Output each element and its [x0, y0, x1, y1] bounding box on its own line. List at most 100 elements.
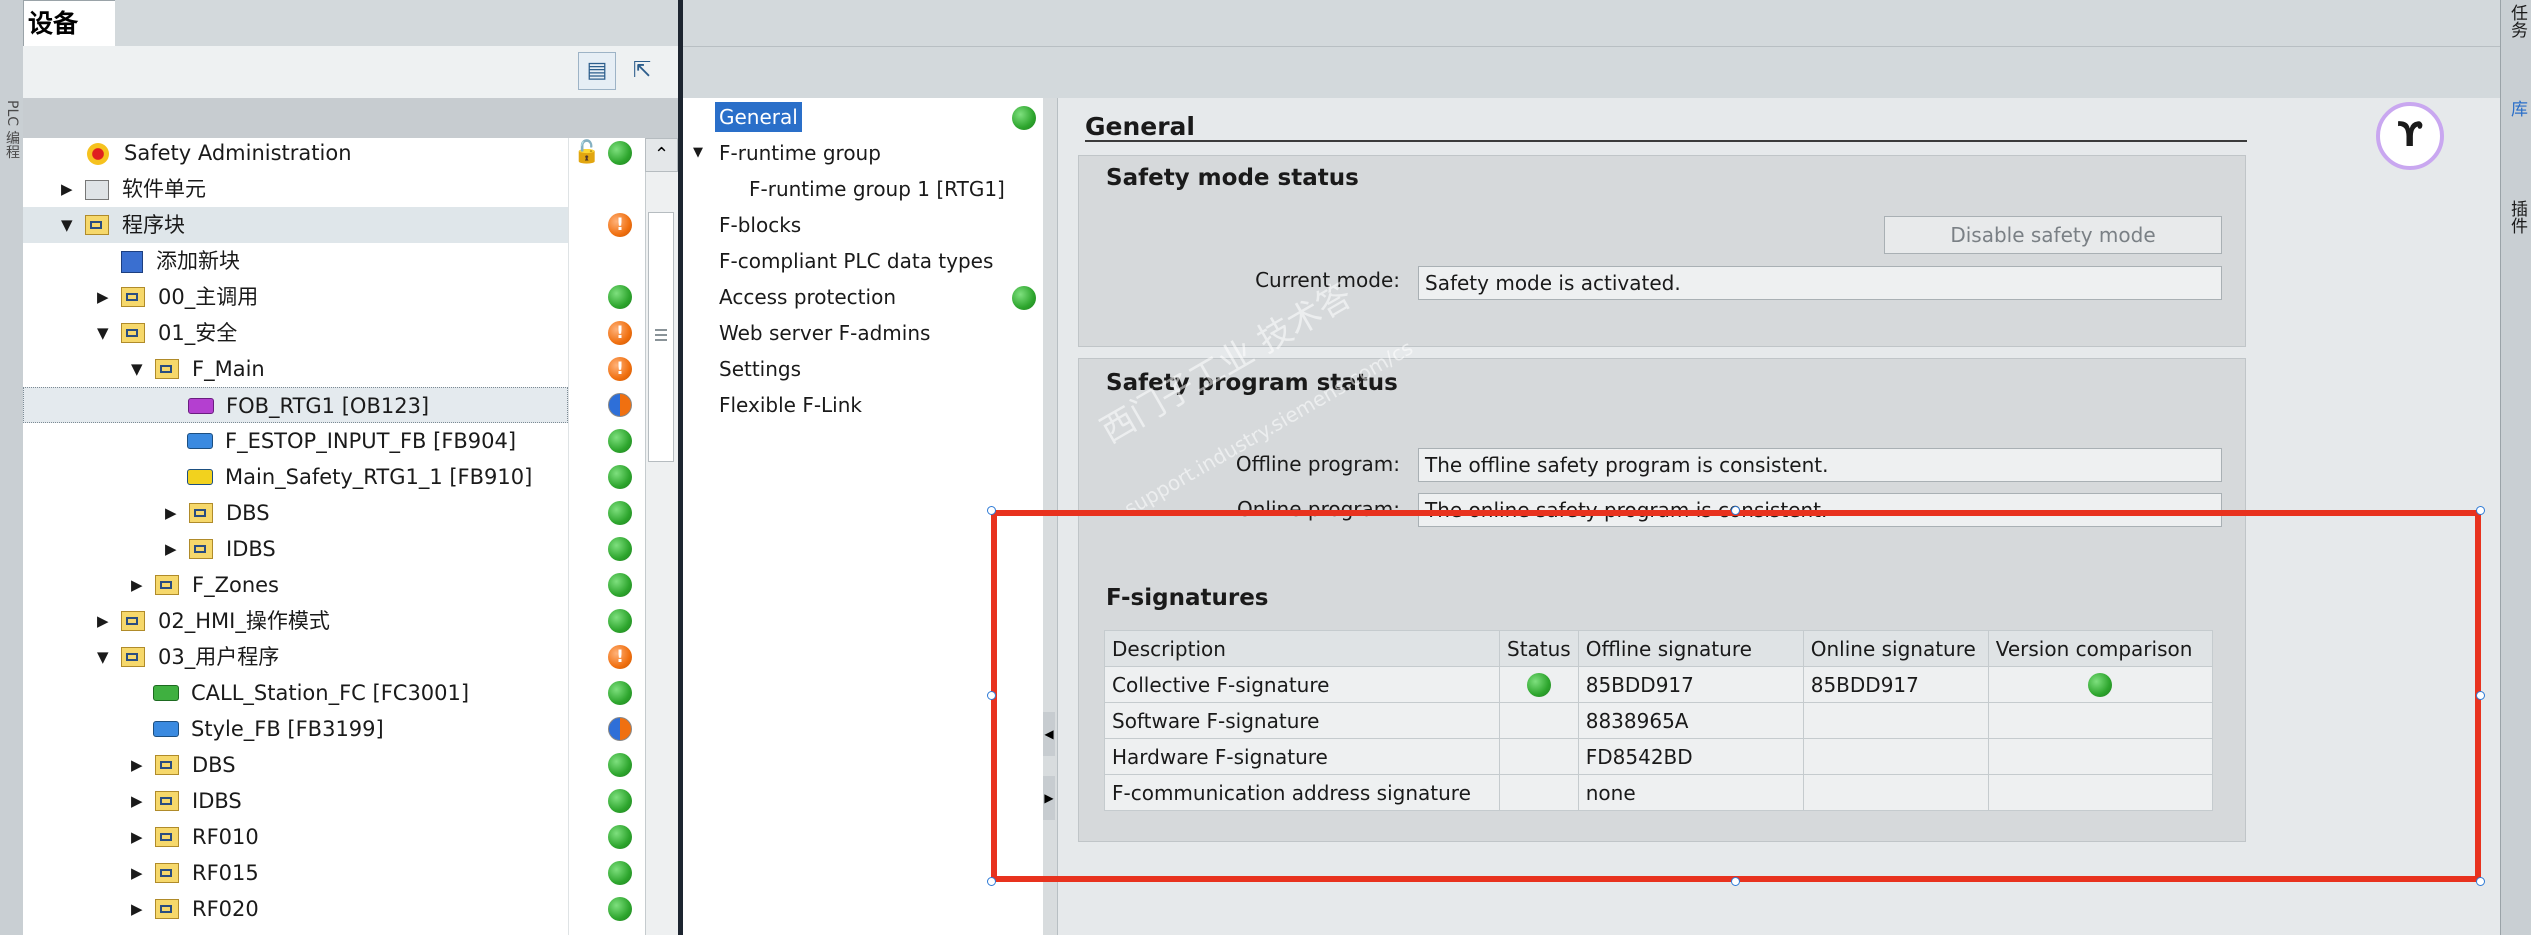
status-ok-icon [608, 681, 632, 705]
nav-flexible-f-link[interactable]: Flexible F-Link [719, 388, 862, 422]
unlock-icon[interactable]: 🔓 [573, 140, 600, 165]
tree-row-safety-admin[interactable]: Safety Administration [23, 135, 568, 171]
tree-row-fb-block[interactable]: Style_FB [FB3199] [23, 711, 568, 747]
folder-icon [155, 359, 179, 379]
left-collapsed-strip[interactable]: PLC 编程 [0, 0, 24, 935]
tree-toolbar: ▤ ⇱ [23, 46, 678, 99]
scroll-up-button[interactable]: ⌃ [645, 138, 678, 172]
tree-row-fb-block[interactable]: Main_Safety_RTG1_1 [FB910] [23, 459, 568, 495]
tree-item-label: RF010 [192, 825, 259, 849]
tree-row-folder[interactable]: ▼ F_Main [23, 351, 568, 387]
chevron-right-icon[interactable]: ▶ [61, 171, 73, 207]
status-warning-icon [608, 357, 632, 381]
fb-block-icon [187, 469, 213, 485]
tree-row-program-blocks[interactable]: ▼ 程序块 [23, 207, 568, 243]
chevron-down-icon[interactable]: ▼ [61, 207, 73, 243]
resize-handle[interactable] [2476, 506, 2485, 515]
resize-handle[interactable] [987, 506, 996, 515]
folder-icon [121, 647, 145, 667]
resize-handle[interactable] [987, 691, 996, 700]
tree-row-fc-block[interactable]: CALL_Station_FC [FC3001] [23, 675, 568, 711]
folder-icon [189, 503, 213, 523]
tree-item-label: F_Main [192, 357, 265, 381]
nav-f-blocks[interactable]: F-blocks [719, 208, 801, 242]
tab-libraries[interactable]: 库 [2505, 100, 2530, 117]
tree-item-label: IDBS [192, 789, 242, 813]
tree-row-add-block[interactable]: 添加新块 [23, 243, 568, 279]
nav-access-protection[interactable]: Access protection [719, 280, 896, 314]
tree-row-folder[interactable]: ▼ 01_安全 [23, 315, 568, 351]
tree-row-folder[interactable]: ▶ DBS [23, 495, 568, 531]
tree-row-folder[interactable]: ▼ 03_用户程序 [23, 639, 568, 675]
chevron-right-icon[interactable]: ▶ [131, 567, 143, 603]
inspector-nav: General ▼ F-runtime group F-runtime grou… [683, 98, 1006, 935]
tree-row-folder[interactable]: ▶ DBS [23, 747, 568, 783]
resize-handle[interactable] [1731, 877, 1740, 886]
chevron-right-icon[interactable]: ▶ [131, 783, 143, 819]
nav-settings[interactable]: Settings [719, 352, 801, 386]
tree-row-ob-block[interactable]: FOB_RTG1 [OB123] [23, 387, 568, 423]
tree-item-label: IDBS [226, 537, 276, 561]
status-ok-icon [1012, 106, 1036, 130]
nav-f-compliant-plc-data-types[interactable]: F-compliant PLC data types [719, 244, 993, 278]
chevron-right-icon[interactable]: ▶ [131, 747, 143, 783]
status-warning-icon [608, 213, 632, 237]
status-ok-icon [1012, 286, 1036, 310]
chevron-right-icon[interactable]: ▶ [165, 531, 177, 567]
status-column [568, 138, 645, 935]
chevron-down-icon[interactable]: ▼ [693, 136, 703, 170]
tree-row-folder[interactable]: ▶ RF020 [23, 891, 568, 927]
left-strip-label: PLC 编程 [4, 100, 20, 159]
tree-tab-bar [115, 0, 678, 47]
tab-add-ins[interactable]: 插件 [2505, 200, 2530, 234]
fc-block-icon [153, 685, 179, 701]
current-mode-field: Safety mode is activated. [1418, 266, 2222, 300]
program-blocks-folder-icon [85, 215, 109, 235]
tree-item-label: 00_主调用 [158, 285, 259, 309]
assistant-logo-icon[interactable]: ϒ [2376, 102, 2444, 170]
chevron-down-icon[interactable]: ▼ [131, 351, 143, 387]
export-icon[interactable]: ⇱ [623, 52, 661, 90]
tree-row-folder[interactable]: ▶ 02_HMI_操作模式 [23, 603, 568, 639]
chevron-right-icon[interactable]: ▶ [165, 495, 177, 531]
tree-row-folder[interactable]: ▶ IDBS [23, 531, 568, 567]
chevron-down-icon[interactable]: ▼ [97, 639, 109, 675]
nav-web-server-f-admins[interactable]: Web server F-admins [719, 316, 930, 350]
section-title: General [1085, 112, 1195, 141]
tab-tasks[interactable]: 任务 [2505, 4, 2530, 38]
resize-handle[interactable] [2476, 691, 2485, 700]
resize-handle[interactable] [1731, 506, 1740, 515]
nav-general[interactable]: General [715, 102, 802, 132]
tree-row-folder[interactable]: ▶ RF015 [23, 855, 568, 891]
chevron-right-icon[interactable]: ▶ [97, 279, 109, 315]
chevron-right-icon[interactable]: ▶ [97, 603, 109, 639]
disable-safety-mode-button[interactable]: Disable safety mode [1884, 216, 2222, 254]
tree-item-label: 02_HMI_操作模式 [158, 609, 330, 633]
status-ok-icon [608, 501, 632, 525]
tree-row-fb-block[interactable]: F_ESTOP_INPUT_FB [FB904] [23, 423, 568, 459]
tree-item-label: RF020 [192, 897, 259, 921]
tree-item-label: F_Zones [192, 573, 279, 597]
fb-block-icon [187, 433, 213, 449]
tree-item-label: Safety Administration [124, 141, 352, 165]
tree-row-folder[interactable]: ▶ IDBS [23, 783, 568, 819]
resize-handle[interactable] [987, 877, 996, 886]
tree-row-folder[interactable]: ▶ RF010 [23, 819, 568, 855]
chevron-down-icon[interactable]: ▼ [97, 315, 109, 351]
nav-f-runtime-group[interactable]: F-runtime group [719, 136, 881, 170]
fb-block-icon [153, 721, 179, 737]
tree-row-folder[interactable]: ▶ F_Zones [23, 567, 568, 603]
overview-icon[interactable]: ▤ [578, 52, 616, 90]
chevron-right-icon[interactable]: ▶ [131, 855, 143, 891]
resize-handle[interactable] [2476, 877, 2485, 886]
chevron-right-icon[interactable]: ▶ [131, 819, 143, 855]
highlight-annotation-box[interactable] [991, 510, 2481, 882]
scroll-thumb[interactable] [648, 212, 674, 462]
status-ok-icon [608, 789, 632, 813]
chevron-right-icon[interactable]: ▶ [131, 891, 143, 927]
tree-row-software-units[interactable]: ▶ 软件单元 [23, 171, 568, 207]
editor-header-band [683, 0, 2500, 98]
tree-row-folder[interactable]: ▶ 00_主调用 [23, 279, 568, 315]
status-ok-icon [608, 537, 632, 561]
nav-f-runtime-group-1[interactable]: F-runtime group 1 [RTG1] [749, 172, 1005, 206]
